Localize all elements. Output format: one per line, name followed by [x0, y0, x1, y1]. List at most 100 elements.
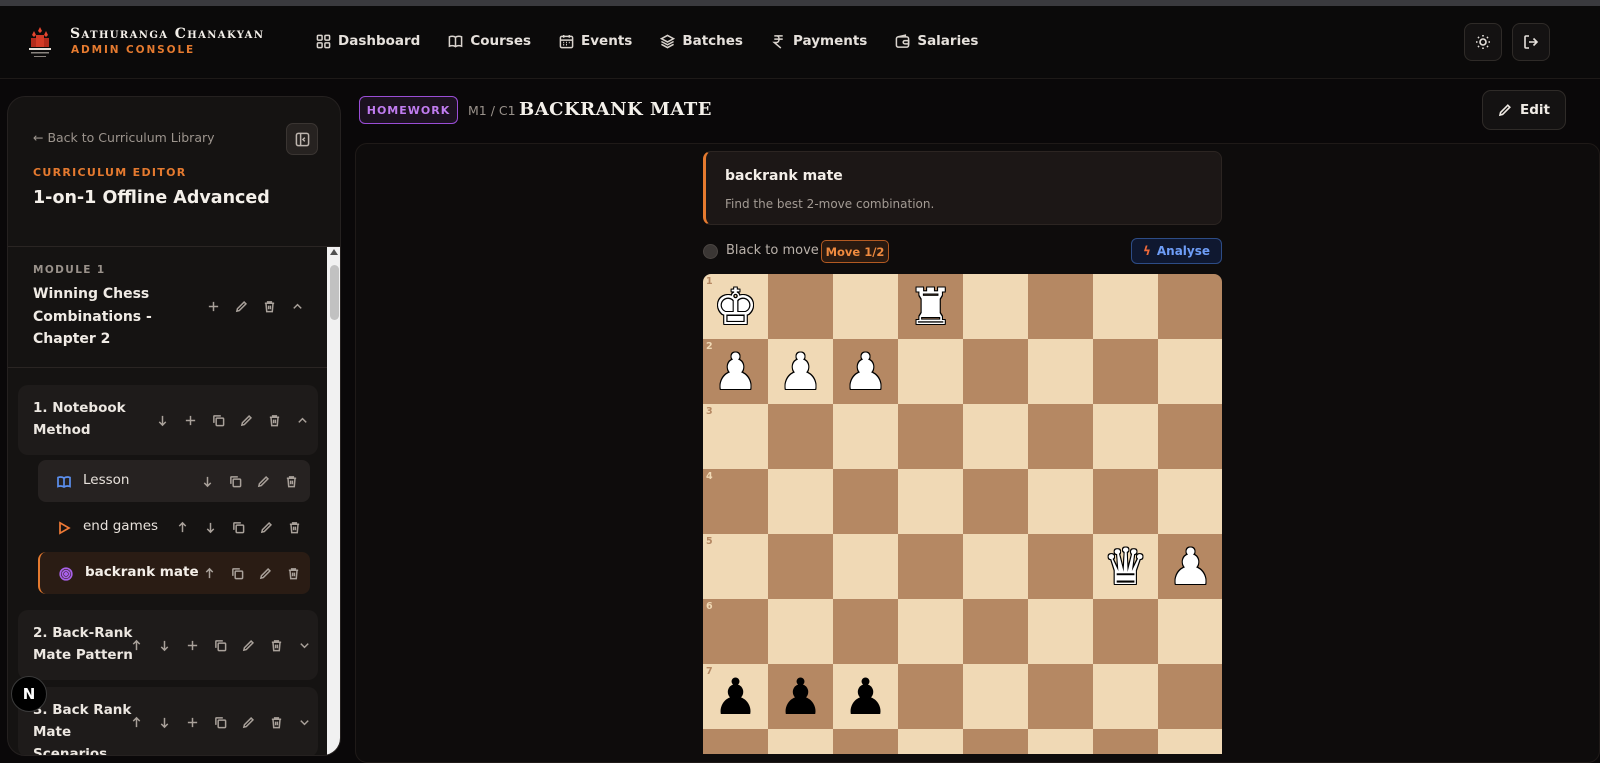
board-square[interactable] — [833, 729, 898, 754]
chapter-item[interactable]: 1. Notebook Method — [18, 385, 318, 455]
duplicate-lesson-button[interactable] — [228, 474, 242, 488]
board-square[interactable] — [703, 729, 768, 754]
lesson-item[interactable]: end games — [38, 506, 310, 548]
collapse-chapter-button[interactable] — [295, 413, 309, 427]
delete-lesson-button[interactable] — [287, 520, 301, 534]
board-square[interactable] — [768, 534, 833, 599]
edit-lesson-button[interactable] — [258, 566, 272, 580]
move-down-button[interactable] — [203, 520, 217, 534]
nav-salaries[interactable]: Salaries — [895, 30, 978, 52]
chess-piece[interactable]: ♟ — [703, 339, 768, 404]
board-square[interactable] — [898, 469, 963, 534]
board-square[interactable] — [1028, 469, 1093, 534]
duplicate-chapter-button[interactable] — [211, 413, 225, 427]
brand-logo-icon[interactable] — [28, 25, 52, 61]
theme-toggle-button[interactable] — [1464, 23, 1502, 61]
board-square[interactable] — [768, 404, 833, 469]
board-square[interactable] — [1158, 404, 1222, 469]
move-down-button[interactable] — [157, 715, 171, 729]
nav-payments[interactable]: Payments — [771, 30, 867, 52]
chess-piece[interactable]: ♟ — [833, 664, 898, 729]
move-up-button[interactable] — [175, 520, 189, 534]
move-up-button[interactable] — [202, 566, 216, 580]
nav-dashboard[interactable]: Dashboard — [316, 30, 420, 52]
delete-module-button[interactable] — [262, 299, 276, 313]
delete-chapter-button[interactable] — [269, 638, 283, 652]
duplicate-lesson-button[interactable] — [230, 566, 244, 580]
chess-piece[interactable]: ♛ — [1093, 534, 1158, 599]
chess-piece[interactable]: ♜ — [898, 274, 963, 339]
add-lesson-button[interactable] — [185, 638, 199, 652]
collapse-module-button[interactable] — [290, 299, 304, 313]
lesson-item-active[interactable]: backrank mate — [38, 552, 310, 594]
board-square[interactable] — [833, 274, 898, 339]
board-square[interactable] — [963, 729, 1028, 754]
board-square[interactable] — [768, 599, 833, 664]
edit-button[interactable]: Edit — [1482, 90, 1566, 130]
sidebar-scrollbar[interactable] — [327, 247, 340, 755]
edit-lesson-button[interactable] — [256, 474, 270, 488]
board-square[interactable] — [1093, 729, 1158, 754]
board-square[interactable] — [898, 664, 963, 729]
board-square[interactable] — [1028, 599, 1093, 664]
board-square[interactable] — [1093, 469, 1158, 534]
board-square[interactable] — [1158, 599, 1222, 664]
chess-piece[interactable]: ♟ — [768, 664, 833, 729]
board-square[interactable]: 4 — [703, 469, 768, 534]
move-down-button[interactable] — [155, 413, 169, 427]
move-down-button[interactable] — [157, 638, 171, 652]
edit-chapter-button[interactable] — [239, 413, 253, 427]
board-square[interactable] — [963, 339, 1028, 404]
delete-chapter-button[interactable] — [269, 715, 283, 729]
delete-lesson-button[interactable] — [286, 566, 300, 580]
duplicate-chapter-button[interactable] — [213, 638, 227, 652]
chess-piece[interactable]: ♚ — [703, 274, 768, 339]
scroll-up-arrow-icon[interactable] — [330, 249, 338, 255]
board-square[interactable] — [963, 274, 1028, 339]
board-square[interactable] — [1028, 729, 1093, 754]
board-square[interactable] — [833, 469, 898, 534]
analyse-button[interactable]: ϟ Analyse — [1131, 238, 1222, 264]
move-up-button[interactable] — [129, 638, 143, 652]
board-square[interactable] — [898, 404, 963, 469]
board-square[interactable] — [963, 404, 1028, 469]
move-up-button[interactable] — [129, 715, 143, 729]
module-title[interactable]: Winning Chess Combinations - Chapter 2 — [33, 283, 203, 351]
duplicate-chapter-button[interactable] — [213, 715, 227, 729]
board-square[interactable] — [833, 599, 898, 664]
edit-module-button[interactable] — [234, 299, 248, 313]
board-square[interactable] — [963, 534, 1028, 599]
board-square[interactable] — [768, 274, 833, 339]
board-square[interactable] — [898, 339, 963, 404]
board-square[interactable] — [1028, 339, 1093, 404]
scrollbar-thumb[interactable] — [330, 265, 339, 320]
board-square[interactable] — [1093, 599, 1158, 664]
expand-chapter-button[interactable] — [297, 638, 311, 652]
board-square[interactable] — [898, 599, 963, 664]
board-square[interactable] — [1093, 274, 1158, 339]
board-square[interactable] — [898, 534, 963, 599]
add-lesson-button[interactable] — [183, 413, 197, 427]
move-down-button[interactable] — [200, 474, 214, 488]
edit-chapter-button[interactable] — [241, 715, 255, 729]
board-square[interactable] — [898, 729, 963, 754]
board-square[interactable] — [833, 404, 898, 469]
expand-chapter-button[interactable] — [297, 715, 311, 729]
logout-button[interactable] — [1512, 23, 1550, 61]
chess-piece[interactable]: ♟ — [703, 664, 768, 729]
nav-courses[interactable]: Courses — [448, 30, 531, 52]
back-to-library-link[interactable]: ← Back to Curriculum Library — [33, 130, 215, 145]
board-square[interactable] — [1093, 404, 1158, 469]
edit-lesson-button[interactable] — [259, 520, 273, 534]
board-square[interactable]: 5 — [703, 534, 768, 599]
add-lesson-button[interactable] — [185, 715, 199, 729]
chapter-item[interactable]: 3. Back Rank Mate Scenarios — [18, 687, 318, 755]
board-square[interactable] — [1028, 664, 1093, 729]
nav-batches[interactable]: Batches — [660, 30, 743, 52]
board-square[interactable] — [768, 729, 833, 754]
board-square[interactable] — [963, 664, 1028, 729]
edit-chapter-button[interactable] — [241, 638, 255, 652]
board-square[interactable] — [1158, 664, 1222, 729]
delete-chapter-button[interactable] — [267, 413, 281, 427]
board-square[interactable] — [833, 534, 898, 599]
